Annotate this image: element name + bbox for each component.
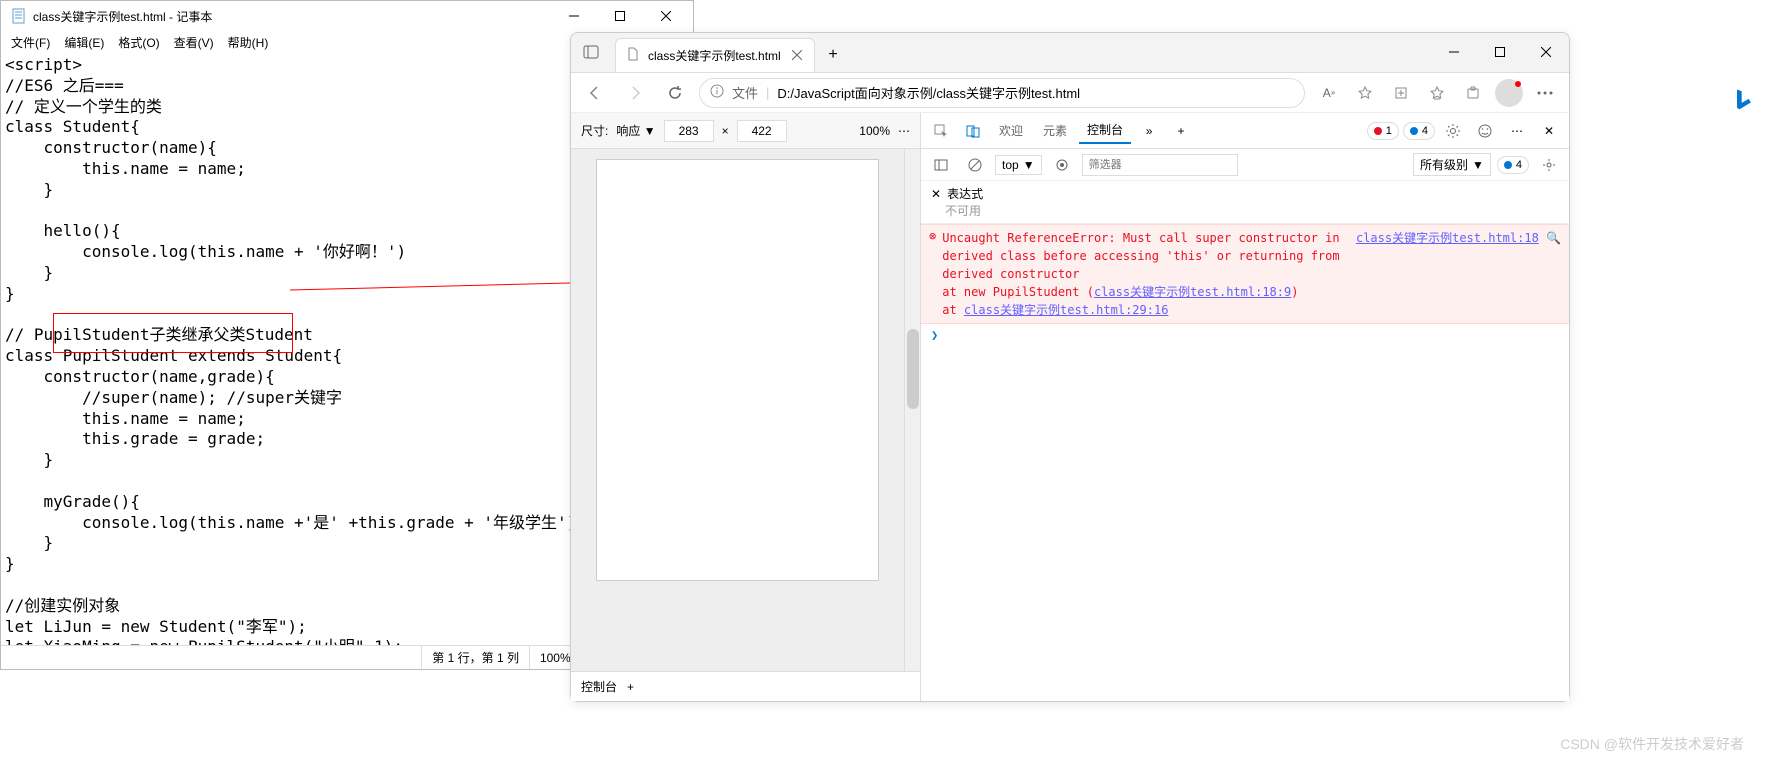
browser-tabstrip: class关键字示例test.html + — [571, 33, 1569, 73]
menu-help[interactable]: 帮助(H) — [222, 32, 275, 53]
browser-window: class关键字示例test.html + 文件 | D:/JavaScript… — [570, 32, 1570, 702]
error-icon: ⊗ — [929, 229, 936, 319]
search-error-icon[interactable]: 🔍 — [1546, 231, 1561, 245]
devtools-tabs: 欢迎 元素 控制台 » + 1 4 ⋯ ✕ — [921, 113, 1569, 149]
stack-link-1[interactable]: class关键字示例test.html:18:9 — [1094, 285, 1291, 299]
refresh-button[interactable] — [659, 77, 691, 109]
clear-console-icon[interactable] — [961, 151, 989, 179]
browser-toolbar: 文件 | D:/JavaScript面向对象示例/class关键字示例test.… — [571, 73, 1569, 113]
tab-close-icon[interactable] — [790, 47, 804, 65]
close-button[interactable] — [643, 1, 689, 31]
bing-sidebar-icon[interactable] — [1724, 80, 1764, 120]
preview-frame[interactable] — [596, 159, 879, 581]
sidebar-toggle-icon[interactable] — [927, 151, 955, 179]
error-badge[interactable]: 1 — [1367, 122, 1399, 140]
drawer-add-tab[interactable]: + — [627, 680, 634, 694]
hidden-count-badge[interactable]: 4 — [1497, 156, 1529, 174]
context-dropdown[interactable]: top ▼ — [995, 155, 1042, 175]
preview-more-icon[interactable]: ⋯ — [898, 124, 910, 138]
tab-elements[interactable]: 元素 — [1035, 118, 1075, 143]
file-icon — [626, 47, 640, 64]
devtools-panel: 欢迎 元素 控制台 » + 1 4 ⋯ ✕ top ▼ 所有级别 ▼ — [921, 113, 1569, 701]
address-bar[interactable]: 文件 | D:/JavaScript面向对象示例/class关键字示例test.… — [699, 78, 1305, 108]
maximize-button[interactable] — [597, 1, 643, 31]
devtools-more-icon[interactable]: ⋯ — [1503, 117, 1531, 145]
inspect-icon[interactable] — [927, 117, 955, 145]
menu-format[interactable]: 格式(O) — [112, 32, 165, 53]
feedback-icon[interactable] — [1471, 117, 1499, 145]
devtools-drawer-tabs: 控制台 + — [571, 671, 920, 701]
responsive-preview-panel: 尺寸: 响应 ▼ × 100% ⋯ 控制台 + — [571, 113, 921, 701]
console-toolbar: top ▼ 所有级别 ▼ 4 — [921, 149, 1569, 181]
addr-label: 文件 — [732, 83, 758, 102]
console-error: ⊗ Uncaught ReferenceError: Must call sup… — [921, 224, 1569, 324]
tab-actions-icon[interactable] — [571, 32, 611, 72]
height-input[interactable] — [737, 120, 787, 142]
browser-close-button[interactable] — [1523, 32, 1569, 72]
browser-tab[interactable]: class关键字示例test.html — [615, 38, 815, 72]
device-toggle-icon[interactable] — [959, 117, 987, 145]
dim-x: × — [722, 124, 729, 138]
watermark: CSDN @软件开发技术爱好者 — [1560, 734, 1744, 754]
tab-title: class关键字示例test.html — [648, 47, 782, 64]
notepad-title-text: class关键字示例test.html - 记事本 — [33, 8, 551, 25]
expr-close-icon[interactable]: ✕ — [931, 187, 941, 201]
stack-link-2[interactable]: class关键字示例test.html:29:16 — [964, 303, 1169, 317]
expr-unavailable: 不可用 — [931, 202, 1559, 219]
browser-minimize-button[interactable] — [1431, 32, 1477, 72]
width-input[interactable] — [664, 120, 714, 142]
tab-console[interactable]: 控制台 — [1079, 117, 1131, 144]
favorites-bar-icon[interactable] — [1421, 77, 1453, 109]
devtools-close-icon[interactable]: ✕ — [1535, 117, 1563, 145]
add-tab-icon[interactable]: + — [1167, 117, 1195, 145]
settings-icon[interactable] — [1439, 117, 1467, 145]
status-position: 第 1 行，第 1 列 — [421, 646, 529, 669]
tab-welcome[interactable]: 欢迎 — [991, 118, 1031, 143]
minimize-button[interactable] — [551, 1, 597, 31]
preview-viewport — [571, 149, 904, 671]
preview-toolbar: 尺寸: 响应 ▼ × 100% ⋯ — [571, 113, 920, 149]
notepad-titlebar: class关键字示例test.html - 记事本 — [1, 1, 693, 31]
console-prompt[interactable]: ❯ — [921, 324, 1569, 346]
info-icon — [710, 84, 724, 101]
collections-icon[interactable] — [1385, 77, 1417, 109]
forward-button[interactable] — [619, 77, 651, 109]
new-tab-button[interactable]: + — [815, 38, 851, 72]
menu-file[interactable]: 文件(F) — [5, 32, 56, 53]
info-badge[interactable]: 4 — [1403, 122, 1435, 140]
read-aloud-icon[interactable]: A» — [1313, 77, 1345, 109]
live-expression-icon[interactable] — [1048, 151, 1076, 179]
expression-section: ✕ 表达式 不可用 — [921, 181, 1569, 224]
tabs-overflow-icon[interactable]: » — [1135, 117, 1163, 145]
menu-edit[interactable]: 编辑(E) — [58, 32, 110, 53]
preview-scrollbar[interactable] — [904, 149, 920, 671]
responsive-dropdown[interactable]: 响应 ▼ — [616, 122, 655, 139]
size-label: 尺寸: — [581, 122, 608, 139]
profile-avatar[interactable] — [1493, 77, 1525, 109]
addr-path: D:/JavaScript面向对象示例/class关键字示例test.html — [777, 83, 1080, 102]
error-source-link[interactable]: class关键字示例test.html:18 — [1356, 231, 1539, 245]
zoom-label[interactable]: 100% — [859, 124, 890, 138]
browser-maximize-button[interactable] — [1477, 32, 1523, 72]
back-button[interactable] — [579, 77, 611, 109]
console-settings-icon[interactable] — [1535, 151, 1563, 179]
filter-input[interactable] — [1082, 154, 1238, 176]
error-message: Uncaught ReferenceError: Must call super… — [942, 231, 1339, 281]
drawer-tab-console[interactable]: 控制台 — [581, 678, 617, 695]
notepad-icon — [11, 8, 27, 24]
favorite-icon[interactable] — [1349, 77, 1381, 109]
more-icon[interactable] — [1529, 77, 1561, 109]
menu-view[interactable]: 查看(V) — [168, 32, 220, 53]
console-output: ⊗ Uncaught ReferenceError: Must call sup… — [921, 224, 1569, 701]
expr-title: 表达式 — [947, 185, 983, 202]
extensions-icon[interactable] — [1457, 77, 1489, 109]
level-dropdown[interactable]: 所有级别 ▼ — [1413, 153, 1491, 176]
